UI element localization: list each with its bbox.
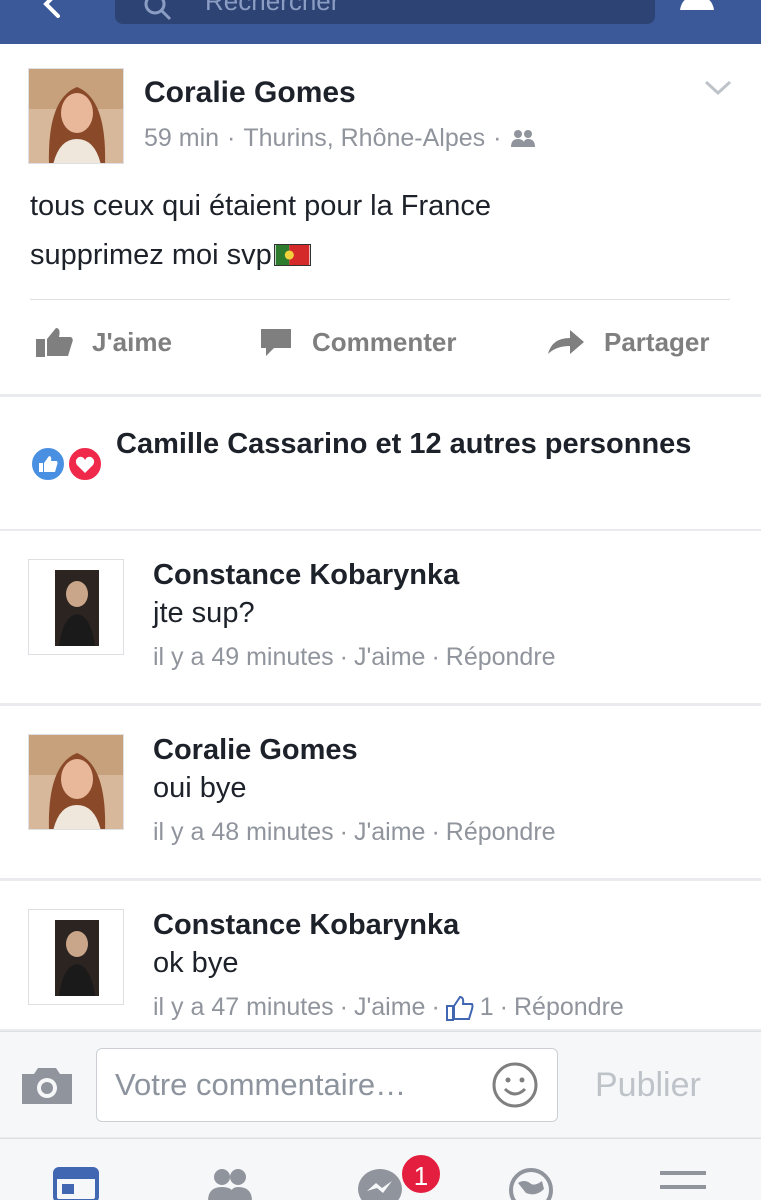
comment-time: il y a 49 minutes (153, 643, 334, 671)
post-location[interactable]: Thurins, Rhône-Alpes (243, 124, 485, 153)
comment-like-link[interactable]: J'aime (354, 643, 425, 672)
back-icon[interactable] (38, 0, 66, 18)
post-time[interactable]: 59 min (144, 124, 219, 153)
reactions-summary[interactable]: Camille Cassarino et 12 autres personnes (0, 397, 761, 529)
share-button[interactable]: Partager (546, 326, 710, 358)
menu-icon[interactable] (660, 1167, 706, 1200)
divider (30, 299, 730, 300)
like-button[interactable]: J'aime (34, 326, 172, 358)
meta-separator: · (339, 993, 348, 1021)
comment-button[interactable]: Commenter (258, 326, 456, 358)
meta-separator: · (227, 124, 236, 152)
comment-text: jte sup? (153, 597, 255, 629)
comment-reply-link[interactable]: Répondre (514, 993, 624, 1022)
meta-separator: · (431, 993, 440, 1021)
bottom-tab-bar: 1 (0, 1138, 761, 1200)
post-text-line: supprimez moi svp (30, 231, 730, 280)
thumbs-up-icon (445, 995, 474, 1021)
comment-reply-link[interactable]: Répondre (446, 818, 556, 847)
commenter-avatar[interactable] (28, 909, 124, 1005)
comment-time: il y a 48 minutes (153, 818, 334, 846)
chevron-down-icon[interactable] (704, 80, 732, 96)
comment-author[interactable]: Constance Kobarynka (153, 909, 459, 942)
top-navigation-bar: Rechercher (0, 0, 761, 44)
post-text-line: tous ceux qui étaient pour la France (30, 190, 492, 222)
commenter-avatar[interactable] (28, 559, 124, 655)
post-text: tous ceux qui étaient pour la France sup… (30, 182, 730, 280)
share-label: Partager (604, 326, 710, 357)
comment-composer: Votre commentaire… Publier (0, 1031, 761, 1137)
comment-meta: il y a 47 minutes · J'aime · 1 · Répondr… (153, 993, 624, 1022)
comment-reply-link[interactable]: Répondre (446, 643, 556, 672)
comment-text: oui bye (153, 772, 247, 804)
thumbs-up-icon (36, 328, 73, 357)
author-avatar[interactable] (28, 68, 124, 164)
comment-label: Commenter (312, 326, 457, 357)
notification-badge: 1 (400, 1153, 442, 1195)
emoji-icon[interactable] (491, 1061, 539, 1109)
post-actions: J'aime Commenter Partager (0, 326, 761, 370)
comment-text: ok bye (153, 947, 239, 979)
comment-like-count[interactable]: 1 (480, 993, 494, 1022)
portugal-flag-icon (273, 244, 311, 266)
search-placeholder: Rechercher (205, 0, 340, 16)
meta-separator: · (339, 818, 348, 846)
search-icon (144, 0, 172, 21)
comment-bubble-icon (261, 329, 291, 356)
comment-time: il y a 47 minutes (153, 993, 334, 1021)
comment-author[interactable]: Coralie Gomes (153, 734, 358, 767)
search-input[interactable]: Rechercher (115, 0, 655, 24)
share-arrow-icon (548, 330, 584, 354)
comment-author[interactable]: Constance Kobarynka (153, 559, 459, 592)
comment-meta: il y a 48 minutes · J'aime · Répondre (153, 818, 556, 847)
comment-item: Constance Kobarynka ok bye il y a 47 min… (0, 881, 761, 1029)
comment-meta: il y a 49 minutes · J'aime · Répondre (153, 643, 556, 672)
meta-separator: · (431, 643, 440, 671)
globe-icon[interactable] (508, 1167, 554, 1200)
like-label: J'aime (92, 326, 172, 357)
comment-item: Constance Kobarynka jte sup? il y a 49 m… (0, 531, 761, 703)
comment-input[interactable]: Votre commentaire… (96, 1048, 558, 1122)
comment-like-link[interactable]: J'aime (354, 993, 425, 1022)
commenter-avatar[interactable] (28, 734, 124, 830)
person-icon[interactable] (678, 0, 716, 12)
comment-like-link[interactable]: J'aime (354, 818, 425, 847)
camera-icon[interactable] (20, 1066, 74, 1106)
meta-separator: · (499, 993, 508, 1021)
friends-icon (510, 129, 535, 147)
comment-placeholder: Votre commentaire… (115, 1067, 407, 1102)
news-feed-icon[interactable] (53, 1167, 99, 1200)
meta-separator: · (493, 124, 502, 152)
reactions-text[interactable]: Camille Cassarino et 12 autres personnes (116, 425, 716, 464)
reaction-icons (30, 446, 103, 482)
post-card: Coralie Gomes 59 min · Thurins, Rhône-Al… (0, 44, 761, 394)
messenger-icon[interactable] (355, 1167, 405, 1200)
friends-tab-icon[interactable] (205, 1167, 255, 1200)
post-meta: 59 min · Thurins, Rhône-Alpes · (144, 124, 536, 153)
post-author-name[interactable]: Coralie Gomes (144, 76, 356, 110)
meta-separator: · (431, 818, 440, 846)
publish-button[interactable]: Publier (595, 1066, 701, 1105)
meta-separator: · (339, 643, 348, 671)
comment-item: Coralie Gomes oui bye il y a 48 minutes … (0, 706, 761, 878)
